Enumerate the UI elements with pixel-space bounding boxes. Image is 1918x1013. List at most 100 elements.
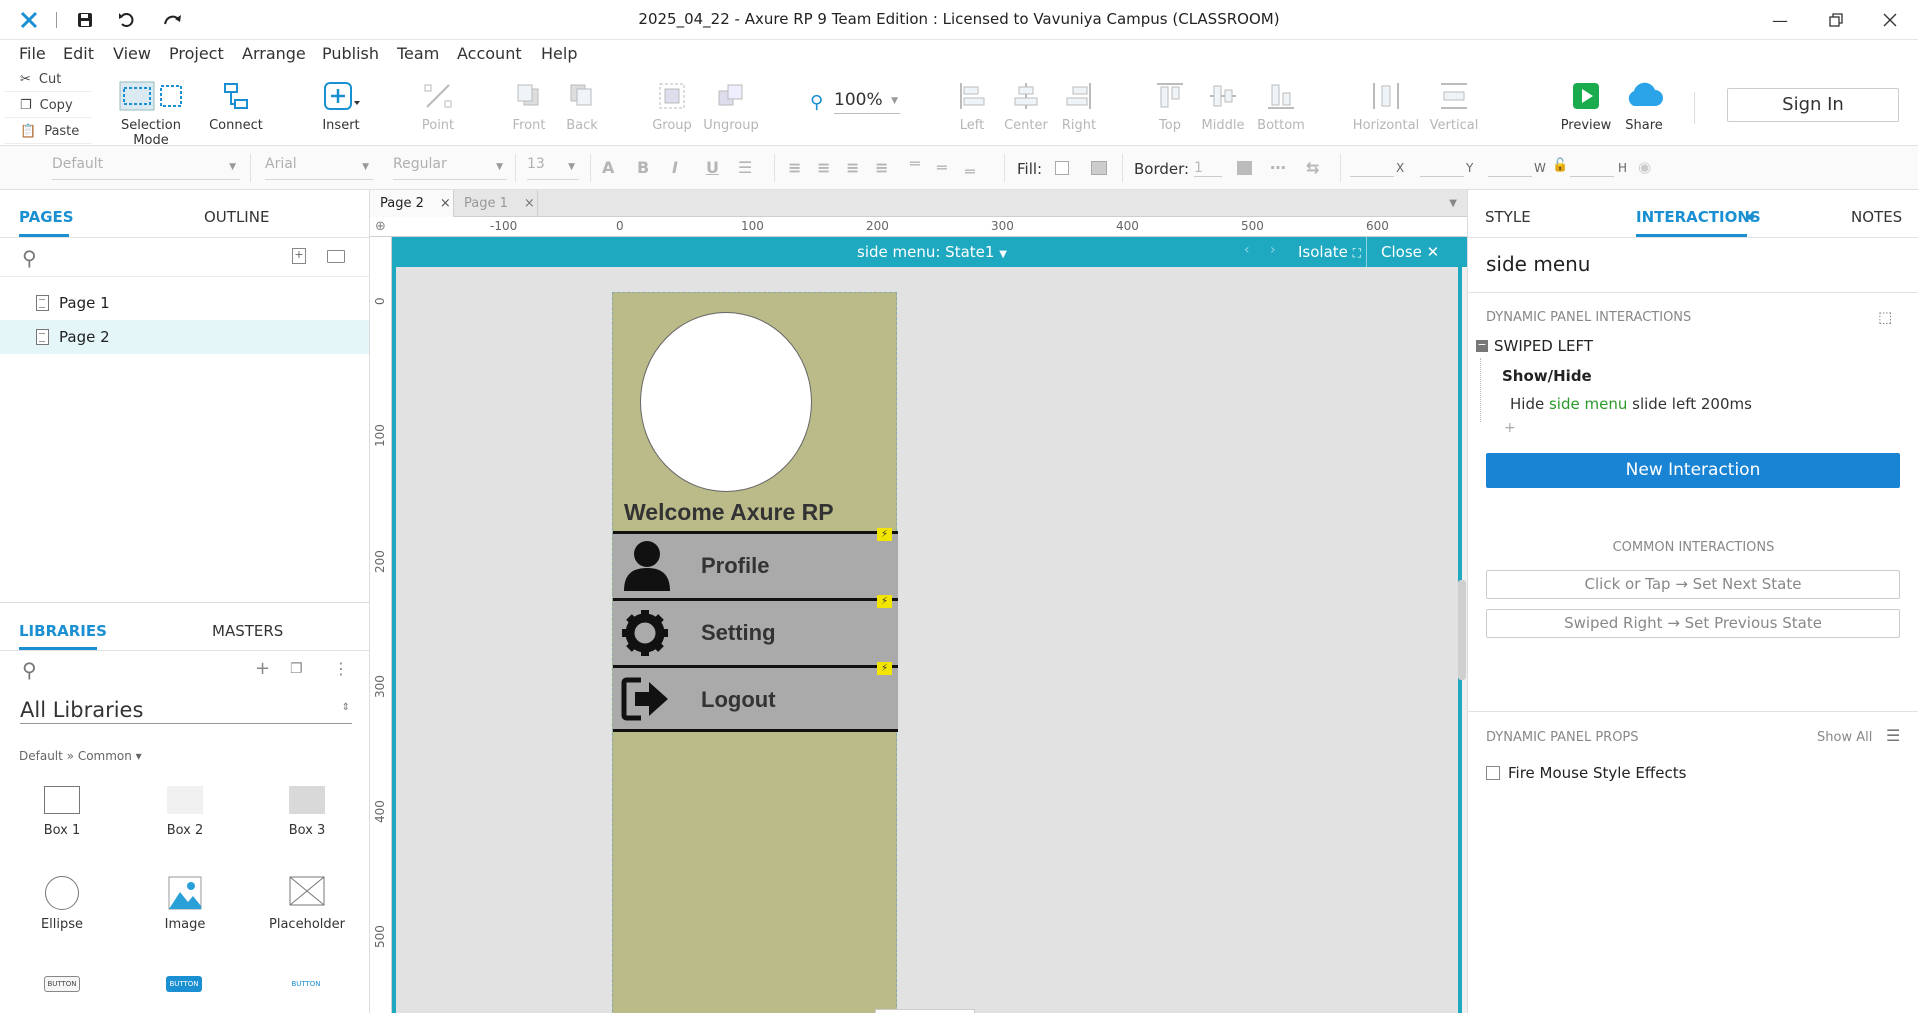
action-show-hide[interactable]: Show/Hide (1502, 367, 1592, 385)
send-back-button[interactable]: Back (544, 78, 620, 133)
close-icon[interactable] (1862, 0, 1918, 40)
page-item-selected[interactable]: Page 2 (0, 320, 369, 354)
underline-icon[interactable]: U (706, 158, 719, 177)
menu-edit[interactable]: Edit (63, 44, 94, 63)
distribute-horizontal-button[interactable]: Horizontal (1348, 78, 1424, 133)
more-options-icon[interactable]: ⋮ (333, 659, 349, 678)
tab-libraries[interactable]: LIBRARIES (19, 622, 107, 640)
close-state-button[interactable]: Close ✕ (1381, 243, 1439, 261)
isolate-button[interactable]: Isolate ⛶ (1298, 243, 1361, 261)
border-style-icon[interactable]: ⋯ (1270, 158, 1286, 177)
align-text-justify-icon[interactable]: ≡ (875, 158, 888, 177)
bold-icon[interactable]: B (637, 158, 649, 177)
widget-link-button[interactable]: BUTTON (288, 976, 324, 992)
fill-color-swatch[interactable] (1055, 161, 1069, 175)
ruler-origin-icon[interactable]: ⊕ (375, 219, 386, 234)
doc-tab-page2[interactable]: Page 2 × (370, 190, 454, 217)
welcome-text[interactable]: Welcome Axure RP (624, 499, 834, 526)
align-text-center-icon[interactable]: ≡ (817, 158, 830, 177)
add-action-icon[interactable]: + (1504, 420, 1516, 436)
menu-item-logout[interactable]: ⚡ Logout (613, 662, 898, 732)
cut-button[interactable]: ✂ Cut (4, 68, 92, 92)
align-text-right-icon[interactable]: ≡ (846, 158, 859, 177)
close-tab-icon[interactable]: × (524, 196, 535, 211)
interaction-picker-icon[interactable]: ⬚ (1878, 308, 1892, 326)
selection-mode-button[interactable]: Selection Mode (113, 78, 189, 148)
valign-top-icon[interactable]: ═ (910, 154, 920, 173)
insert-button[interactable]: Insert (303, 78, 379, 133)
fire-mouse-checkbox-row[interactable]: Fire Mouse Style Effects (1486, 764, 1686, 782)
widget-box1[interactable]: Box 1 (12, 786, 112, 838)
menu-file[interactable]: File (19, 44, 46, 63)
add-library-icon[interactable]: + (255, 658, 270, 679)
tab-pages[interactable]: PAGES (19, 208, 74, 226)
show-all-link[interactable]: Show All (1817, 730, 1872, 745)
font-select[interactable]: Arial ▼ (265, 156, 373, 180)
copy-button[interactable]: ❐ Copy (4, 94, 92, 118)
prev-state-icon[interactable]: ‹ (1244, 242, 1250, 258)
widget-box2[interactable]: Box 2 (135, 786, 235, 838)
widget-name[interactable]: side menu (1486, 252, 1590, 276)
widget-ellipse[interactable]: Ellipse (12, 876, 112, 932)
menu-publish[interactable]: Publish (322, 44, 379, 63)
tab-outline[interactable]: OUTLINE (204, 208, 269, 226)
valign-bottom-icon[interactable]: ═ (965, 162, 975, 181)
library-select[interactable]: All Libraries ⇕ (20, 698, 352, 724)
fire-mouse-checkbox[interactable] (1486, 766, 1500, 780)
zoom-select[interactable]: 100% ▼ (834, 90, 900, 114)
align-bottom-button[interactable]: Bottom (1243, 78, 1319, 133)
tab-style[interactable]: STYLE (1485, 208, 1531, 226)
border-color-swatch[interactable] (1237, 161, 1252, 175)
tab-notes[interactable]: NOTES (1851, 208, 1902, 226)
valign-middle-icon[interactable]: ═ (937, 158, 947, 177)
font-size-select[interactable]: 13 ▼ (527, 156, 579, 180)
align-text-left-icon[interactable]: ≡ (788, 158, 801, 177)
italic-icon[interactable]: I (672, 158, 678, 177)
design-canvas[interactable]: Welcome Axure RP ⚡ Profile ⚡ Setting ⚡ L… (392, 267, 1462, 1013)
connect-button[interactable]: Connect (198, 78, 274, 133)
event-swiped-left[interactable]: SWIPED LEFT (1494, 337, 1593, 355)
vertical-scrollbar[interactable] (1458, 580, 1466, 680)
menu-team[interactable]: Team (397, 44, 439, 63)
next-state-icon[interactable]: › (1270, 242, 1276, 258)
font-color-icon[interactable]: A (602, 158, 614, 177)
add-folder-icon[interactable] (327, 250, 345, 263)
close-tab-icon[interactable]: × (440, 196, 451, 211)
new-interaction-button[interactable]: New Interaction (1486, 453, 1900, 488)
library-breadcrumb[interactable]: Default » Common ▾ (19, 749, 142, 763)
horizontal-scrollbar[interactable] (875, 1009, 975, 1013)
search-icon[interactable]: ⚲ (22, 658, 37, 682)
bullet-list-icon[interactable]: ☰ (738, 158, 752, 177)
lock-icon[interactable]: 🔓 (1552, 158, 1568, 173)
widget-image[interactable]: Image (135, 876, 235, 932)
avatar-circle[interactable] (640, 312, 812, 492)
visibility-eye-icon[interactable]: ◉ (1638, 158, 1651, 176)
menu-help[interactable]: Help (541, 44, 577, 63)
side-menu-panel[interactable]: Welcome Axure RP ⚡ Profile ⚡ Setting ⚡ L… (612, 292, 898, 1013)
menu-view[interactable]: View (113, 44, 151, 63)
widget-placeholder[interactable]: Placeholder (257, 876, 357, 932)
menu-item-profile[interactable]: ⚡ Profile (613, 528, 898, 598)
widget-primary-button[interactable]: BUTTON (166, 976, 202, 992)
tab-interactions[interactable]: INTERACTIONS (1636, 208, 1761, 226)
style-select[interactable]: Default ▼ (52, 156, 240, 180)
share-button[interactable]: Share (1606, 78, 1682, 133)
collapse-icon[interactable]: − (1476, 339, 1488, 352)
menu-account[interactable]: Account (457, 44, 522, 63)
action-detail[interactable]: Hide side menu slide left 200ms (1510, 395, 1752, 413)
tabs-dropdown-icon[interactable]: ▼ (1449, 198, 1457, 209)
state-dropdown[interactable]: side menu: State1 ▼ (857, 243, 1007, 261)
point-button[interactable]: Point (400, 78, 476, 133)
page-item[interactable]: Page 1 (0, 286, 369, 320)
distribute-vertical-button[interactable]: Vertical (1416, 78, 1492, 133)
add-page-icon[interactable]: + (292, 248, 306, 264)
ungroup-button[interactable]: Ungroup (693, 78, 769, 133)
common-click-tap-button[interactable]: Click or Tap → Set Next State (1486, 570, 1900, 599)
minimize-icon[interactable]: — (1752, 0, 1808, 40)
tab-masters[interactable]: MASTERS (212, 622, 283, 640)
menu-lines-icon[interactable]: ☰ (1886, 726, 1900, 745)
menu-arrange[interactable]: Arrange (242, 44, 306, 63)
widget-box3[interactable]: Box 3 (257, 786, 357, 838)
restore-icon[interactable] (1808, 0, 1864, 40)
doc-tab-page1[interactable]: Page 1 × (454, 190, 538, 217)
